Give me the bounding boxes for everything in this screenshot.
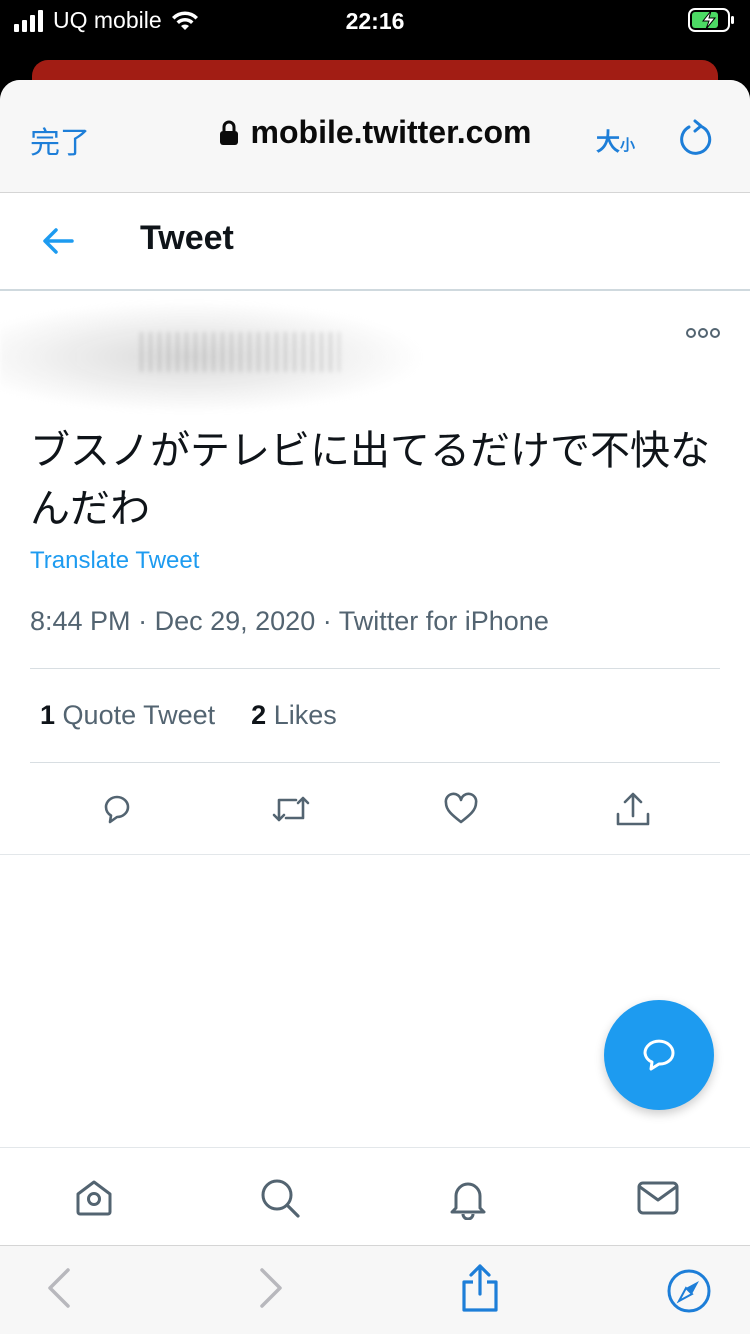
tweet-stats: 1 Quote Tweet 2 Likes [40,700,337,731]
quote-count: 1 [40,700,56,730]
share-icon[interactable] [458,1262,502,1314]
translate-tweet-link[interactable]: Translate Tweet [30,547,199,575]
address-field[interactable]: mobile.twitter.com [0,114,750,151]
meta-separator: · [138,606,148,636]
text-size-small-label: 小 [620,137,636,154]
safari-toolbar [0,1245,750,1334]
tweet-meta: 8:44 PM · Dec 29, 2020 · Twitter for iPh… [30,606,549,637]
like-count: 2 [251,700,267,730]
page-title: Tweet [140,219,234,257]
status-bar: UQ mobile 22:16 [0,0,750,44]
back-arrow-icon[interactable] [40,223,76,259]
tweet-actions [0,790,750,830]
compass-icon[interactable] [666,1268,712,1314]
tweet-time[interactable]: 8:44 PM [30,606,131,636]
author-info-redacted [0,302,420,412]
divider [30,762,720,763]
back-icon[interactable] [44,1266,74,1310]
text-size-button[interactable]: 大小 [596,122,635,157]
url-text: mobile.twitter.com [250,114,532,150]
search-icon[interactable] [258,1176,302,1220]
messages-icon[interactable] [636,1176,680,1220]
meta-separator: · [322,606,332,636]
forward-icon[interactable] [256,1266,286,1310]
divider [0,854,750,855]
divider [30,668,720,669]
share-icon[interactable] [614,790,652,830]
quote-tweets-stat[interactable]: 1 Quote Tweet [40,700,215,731]
quote-label: Quote Tweet [62,700,216,730]
like-label: Likes [273,700,337,730]
reply-icon[interactable] [98,790,136,828]
tweet-date[interactable]: Dec 29, 2020 [155,606,316,636]
lock-icon [219,120,238,145]
compose-reply-icon [643,1039,675,1071]
reload-icon[interactable] [678,118,714,158]
text-size-large-label: 大 [596,129,620,156]
tweet-source[interactable]: Twitter for iPhone [339,606,549,636]
like-icon[interactable] [442,790,480,828]
tweet-header: Tweet [0,193,750,291]
home-icon[interactable] [72,1176,116,1220]
status-time: 22:16 [345,8,405,34]
browser-url-bar: 完了 mobile.twitter.com 大小 [0,80,750,193]
battery-charging-icon [688,8,734,32]
notifications-icon[interactable] [446,1176,490,1220]
tweet-text: ブスノがテレビに出てるだけで不快なんだわ [30,428,710,532]
retweet-icon[interactable] [270,790,312,828]
twitter-bottom-nav [0,1147,750,1246]
compose-reply-button[interactable] [604,1000,714,1110]
more-options-icon[interactable] [686,326,720,340]
likes-stat[interactable]: 2 Likes [251,700,337,731]
safari-view-sheet: 完了 mobile.twitter.com 大小 Tweet ブスノがテレビに出… [0,80,750,1334]
